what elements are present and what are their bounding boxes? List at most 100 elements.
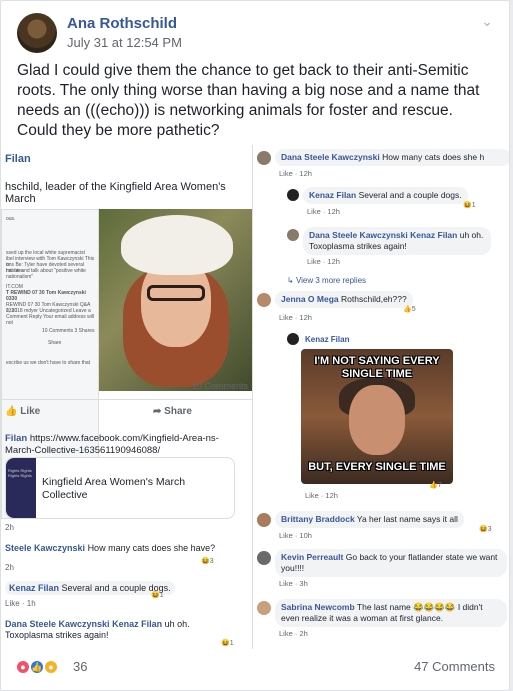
commenter-name: Steele Kawczynski bbox=[5, 543, 86, 553]
thumbnail-text: Rights Rights Rights Rights bbox=[8, 468, 32, 478]
avatar bbox=[287, 333, 299, 345]
comment: Kenaz Filan Several and a couple dogs. bbox=[5, 581, 175, 595]
author-name[interactable]: Ana Rothschild bbox=[67, 15, 177, 32]
commenter-name: Dana Steele Kawczynski bbox=[281, 152, 380, 162]
avatar bbox=[287, 229, 299, 241]
avatar bbox=[287, 189, 299, 201]
comment-meta: Like · 12h bbox=[279, 169, 312, 178]
comment-meta: Like · 2h bbox=[279, 629, 308, 638]
meme-bottom-text: BUT, EVERY SINGLE TIME bbox=[308, 461, 446, 473]
mention: Kenaz Filan bbox=[112, 619, 163, 629]
right-screenshot: Dana Steele Kawczynski How many cats doe… bbox=[253, 145, 509, 649]
post-card: Ana Rothschild July 31 at 12:54 PM ⌄ Gla… bbox=[0, 0, 510, 691]
avatar bbox=[257, 293, 271, 307]
post-footer: ● 👍 ● 36 47 Comments bbox=[1, 649, 509, 690]
preview-line: nationalism" bbox=[6, 274, 34, 280]
reactions-count[interactable]: 36 bbox=[73, 659, 87, 674]
reaction-count: 😆1 bbox=[151, 592, 164, 599]
comment-text: How many cats does she h bbox=[382, 152, 485, 162]
comment: Kenaz Filan Several and a couple dogs. bbox=[303, 187, 468, 204]
comment-text: Rothschild,eh??? bbox=[341, 294, 407, 304]
comment-meta: Like · 12h bbox=[305, 491, 338, 500]
preview-line: escribe us we don't have to share that bbox=[6, 360, 91, 366]
commenter-name: Filan bbox=[5, 433, 28, 444]
comment-meta: Like · 1h bbox=[5, 599, 36, 608]
share-button: ➦ Share bbox=[153, 406, 192, 417]
like-button: 👍 Like bbox=[5, 406, 40, 417]
preview-line: Share bbox=[48, 340, 62, 346]
commenter-name: Filan bbox=[5, 153, 31, 165]
preview-line: Comment Reply Your email address will no… bbox=[6, 314, 95, 326]
like-label: Like bbox=[20, 406, 41, 417]
reaction-count: 😆3 bbox=[201, 558, 214, 565]
commenter-name: Kenaz Filan bbox=[309, 190, 357, 200]
link-url: https://www.facebook.com/Kingfield-Area-… bbox=[5, 433, 219, 456]
profile-photo bbox=[99, 209, 252, 391]
comment: Brittany Braddock Ya her last name says … bbox=[275, 511, 464, 528]
sad-reaction-icon[interactable]: ● bbox=[43, 659, 59, 675]
link-comment: Filan https://www.facebook.com/Kingfield… bbox=[5, 433, 235, 457]
comments-count-link[interactable]: 47 Comments bbox=[414, 659, 495, 674]
comment-meta: Like · 3h bbox=[279, 579, 308, 588]
link-thumbnail: Rights Rights Rights Rights bbox=[6, 458, 36, 518]
action-bar: 👍 Like ➦ Share bbox=[1, 399, 252, 423]
glasses-shape bbox=[147, 285, 205, 301]
post-timestamp[interactable]: July 31 at 12:54 PM bbox=[67, 35, 182, 50]
commenter-name: Brittany Braddock bbox=[281, 514, 355, 524]
comment-meta: Like · 10h bbox=[279, 531, 312, 540]
comment: Sabrina Newcomb The last name 😂😂😂😂 I did… bbox=[275, 599, 507, 627]
comment-text: How many cats does she have? bbox=[87, 543, 216, 553]
share-label: Share bbox=[164, 406, 192, 417]
comment-text: Ya her last name says it all bbox=[356, 514, 458, 524]
preview-line: ous. bbox=[6, 216, 16, 222]
comment: Dana Steele Kawczynski Kenaz Filan uh oh… bbox=[303, 227, 491, 255]
hat-shape bbox=[121, 215, 233, 275]
reaction-count: 😆3 bbox=[479, 526, 492, 533]
comment-text: Several and a couple dogs. bbox=[358, 190, 462, 200]
reaction-count: 😆1 bbox=[221, 640, 234, 647]
comment-meta: 2h bbox=[5, 523, 14, 532]
reaction-count: 👍7 bbox=[429, 482, 442, 489]
view-more-replies: ↳ View 3 more replies bbox=[287, 276, 367, 285]
commenter-name: Kevin Perreault bbox=[281, 552, 344, 562]
meme-image: I'M NOT SAYING EVERY SINGLE TIME BUT, EV… bbox=[301, 349, 453, 484]
reaction-count: 👍5 bbox=[403, 306, 416, 313]
share-icon: ➦ bbox=[153, 406, 165, 417]
comment-text: hschild, leader of the Kingfield Area Wo… bbox=[5, 181, 226, 205]
meme-face bbox=[349, 385, 405, 455]
commenter-name: Kenaz Filan bbox=[305, 335, 350, 344]
link-title: Kingfield Area Women's March Collective bbox=[42, 476, 186, 501]
link-card: Rights Rights Rights Rights Kingfield Ar… bbox=[5, 457, 235, 519]
comment-meta: 2h bbox=[5, 563, 14, 572]
avatar bbox=[257, 551, 271, 565]
comment-meta: Like · 12h bbox=[307, 257, 340, 266]
comment: Kevin Perreault Go back to your flatland… bbox=[275, 549, 507, 577]
post-text: Glad I could give them the chance to get… bbox=[17, 62, 480, 139]
avatar bbox=[257, 151, 271, 165]
comment: Dana Steele Kawczynski How many cats doe… bbox=[275, 149, 509, 166]
commenter-name: Dana Steele Kawczynski bbox=[309, 230, 408, 240]
reaction-count: 😆1 bbox=[463, 202, 476, 209]
comment: Dana Steele Kawczynski Kenaz Filan uh oh… bbox=[5, 619, 195, 641]
chevron-down-icon[interactable]: ⌄ bbox=[481, 13, 493, 30]
preview-line: T REWIND 07 30 Tom Kawczynski bbox=[6, 290, 86, 296]
commenter-name: Jenna O Mega bbox=[281, 294, 339, 304]
commenter-name: Sabrina Newcomb bbox=[281, 602, 355, 612]
meme-top-text: I'M NOT SAYING EVERY SINGLE TIME bbox=[314, 355, 440, 380]
author-avatar[interactable] bbox=[17, 13, 57, 53]
avatar bbox=[257, 513, 271, 527]
comments-count: 10 Comments bbox=[191, 381, 248, 391]
commenter-name: Dana Steele Kawczynski bbox=[5, 619, 110, 629]
comment: Steele Kawczynski How many cats does she… bbox=[5, 543, 215, 553]
comment-meta: Like · 12h bbox=[307, 207, 340, 216]
post-header: Ana Rothschild July 31 at 12:54 PM ⌄ bbox=[17, 11, 497, 55]
comment: Jenna O Mega Rothschild,eh??? bbox=[275, 291, 413, 308]
comment-meta: Like · 12h bbox=[279, 313, 312, 322]
post-image[interactable]: Filan hschild, leader of the Kingfield A… bbox=[1, 145, 509, 649]
preview-line: 10 Comments 3 Shares bbox=[42, 328, 95, 334]
avatar bbox=[257, 601, 271, 615]
commenter-name: Kenaz Filan bbox=[9, 583, 60, 593]
mention: Kenaz Filan bbox=[410, 230, 458, 240]
left-screenshot: Filan hschild, leader of the Kingfield A… bbox=[1, 145, 253, 649]
thumbs-up-icon: 👍 bbox=[5, 406, 21, 417]
